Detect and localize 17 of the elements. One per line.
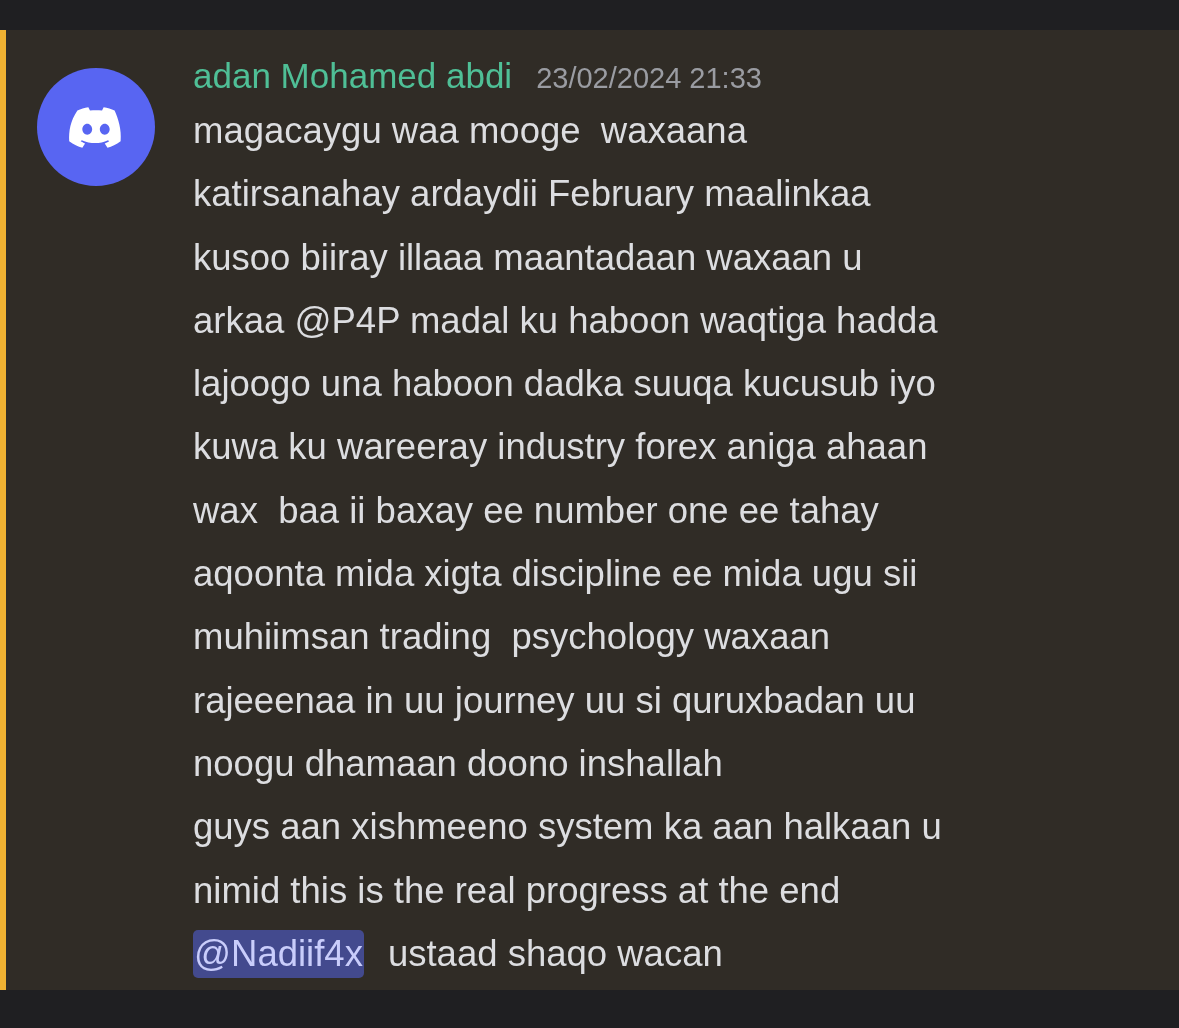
message-text-line: guys aan xishmeeno system ka aan halkaan u <box>193 805 942 850</box>
message-text-line: noogu dhamaan doono inshallah <box>193 741 724 786</box>
message-text-line: kuwa ku wareeray industry forex aniga ahaan <box>193 425 929 470</box>
message-text-line: rajeeenaa in uu journey uu si quruxbadan uu <box>193 678 917 723</box>
message-text-line: lajoogo una haboon dadka suuqa kucusub iyo <box>193 362 937 407</box>
message-text-line: wax baa ii baxay ee number one ee tahay <box>193 488 880 533</box>
message-text-line: arkaa @P4P madal ku haboon waqtiga hadda <box>193 298 939 343</box>
message-text-line: kusoo biiray illaaa maantadaan waxaan u <box>193 235 864 280</box>
message-text-line: nimid this is the real progress at the end <box>193 868 842 913</box>
author-name[interactable]: adan Mohamed abdi <box>193 56 513 96</box>
user-mention[interactable]: @Nadiif4x <box>193 929 364 978</box>
timestamp: 23/02/2024 21:33 <box>536 62 762 95</box>
message-text-line: katirsanahay ardaydii February maalinkaa <box>193 172 872 217</box>
message-text-line: magacaygu waa mooge waxaana <box>193 109 748 153</box>
message-text: ustaad shaqo wacan <box>387 931 723 976</box>
message-text-line: aqoonta mida xigta discipline ee mida ugu sii <box>193 552 919 597</box>
message-text-line: muhiimsan trading psychology waxaan <box>193 615 832 660</box>
